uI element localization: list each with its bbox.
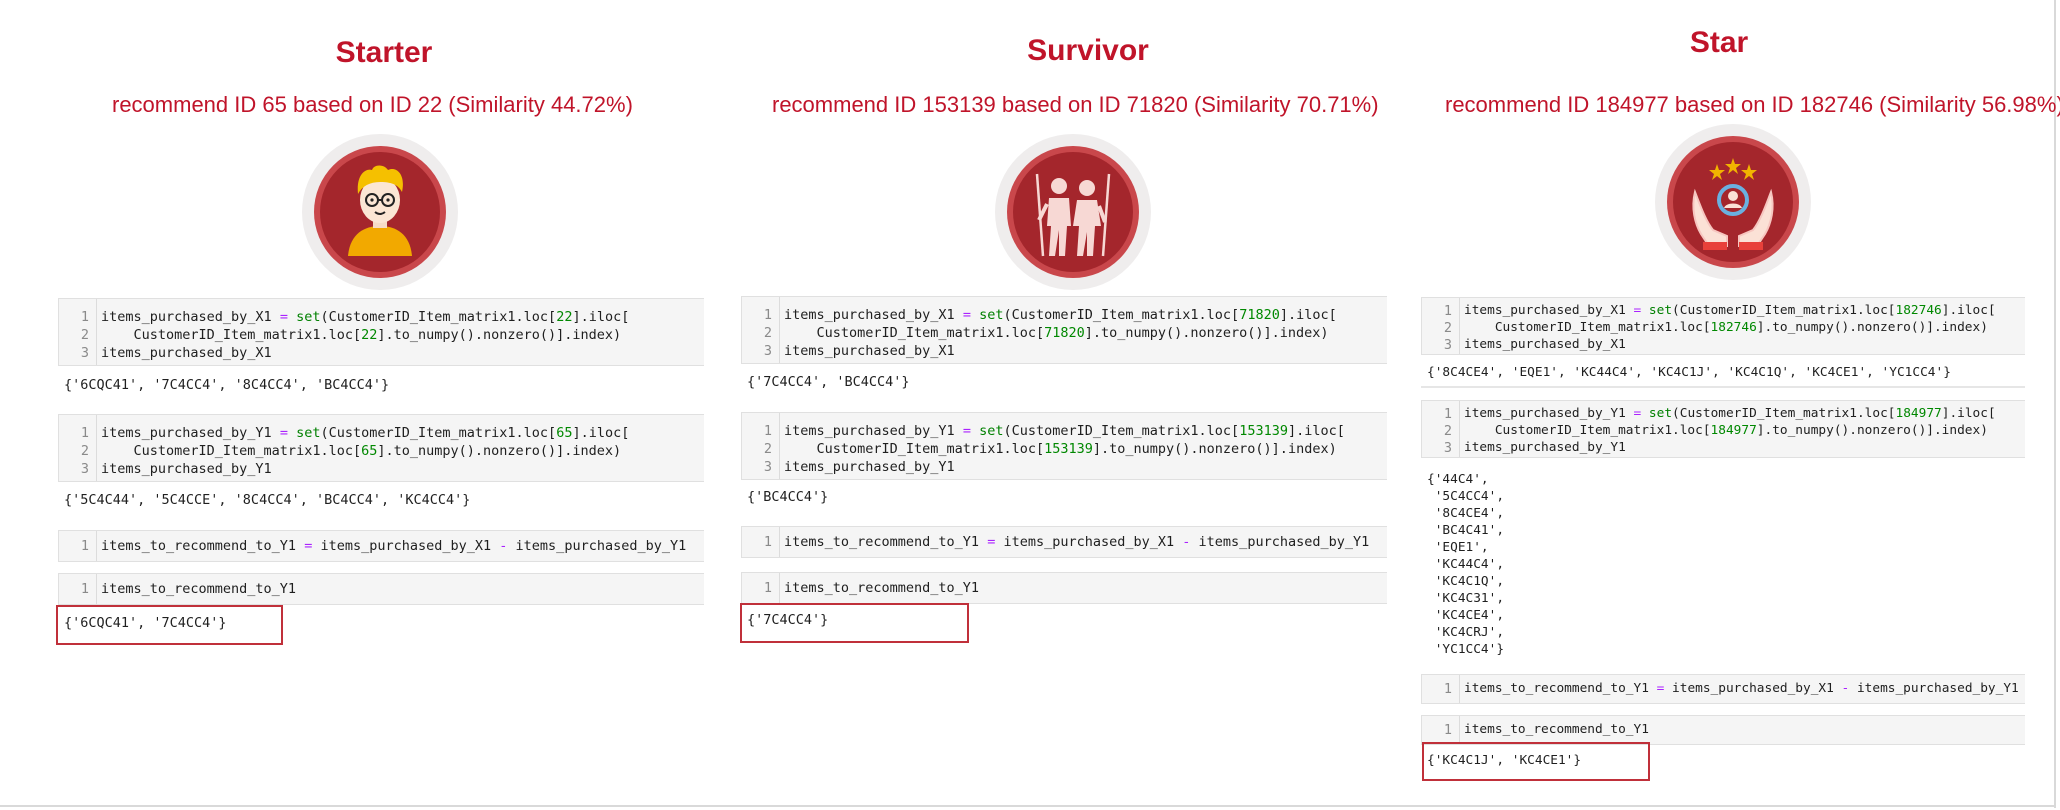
column-title: Starter xyxy=(335,36,433,69)
code-line: items_purchased_by_Y1 xyxy=(101,461,272,477)
recommendation-subtitle: recommend ID 184977 based on ID 182746 (… xyxy=(1445,92,2060,117)
code-line: items_purchased_by_X1 = set(CustomerID_I… xyxy=(1464,303,1996,318)
code-line: items_to_recommend_to_Y1 = items_purchas… xyxy=(784,534,1370,550)
hikers-with-poles-icon xyxy=(1035,173,1111,257)
line-number-gutter: 1 xyxy=(1422,675,1460,703)
cell-output: {'BC4CC4'} xyxy=(747,489,829,505)
line-number-gutter: 1 2 3 xyxy=(1422,298,1460,354)
line-number-gutter: 1 2 3 xyxy=(59,415,97,481)
line-number-gutter: 1 2 3 xyxy=(59,299,97,365)
code-line: CustomerID_Item_matrix1.loc[65].to_numpy… xyxy=(101,443,622,459)
recommendation-subtitle: recommend ID 153139 based on ID 71820 (S… xyxy=(772,92,1379,117)
line-number-gutter: 1 2 3 xyxy=(742,297,780,363)
line-number-gutter: 1 xyxy=(742,527,780,557)
code-line: items_to_recommend_to_Y1 xyxy=(784,580,980,596)
code-line: items_to_recommend_to_Y1 = items_purchas… xyxy=(101,538,687,554)
code-cell-recommend[interactable]: 1 items_to_recommend_to_Y1 = items_purch… xyxy=(741,526,1387,558)
cell-output: {'7C4CC4', 'BC4CC4'} xyxy=(747,374,910,390)
highlight-box xyxy=(56,605,283,645)
frame-right-border xyxy=(2054,0,2056,808)
code-cell-show-recommend[interactable]: 1 items_to_recommend_to_Y1 xyxy=(1421,715,2025,745)
code-line: items_purchased_by_Y1 = set(CustomerID_I… xyxy=(784,423,1345,439)
code-line: items_to_recommend_to_Y1 xyxy=(1464,722,1649,737)
code-line: CustomerID_Item_matrix1.loc[153139].to_n… xyxy=(784,441,1337,457)
code-cell-x1[interactable]: 1 2 3 items_purchased_by_X1 = set(Custom… xyxy=(58,298,704,366)
code-cell-y1[interactable]: 1 2 3 items_purchased_by_Y1 = set(Custom… xyxy=(1421,400,2025,458)
code-line: CustomerID_Item_matrix1.loc[71820].to_nu… xyxy=(784,325,1329,341)
survivor-icon-badge xyxy=(995,134,1151,290)
line-number-gutter: 1 xyxy=(742,573,780,603)
code-line: items_to_recommend_to_Y1 xyxy=(101,581,297,597)
output-divider xyxy=(1421,386,2025,388)
code-line: items_purchased_by_Y1 xyxy=(1464,440,1626,455)
code-line: items_purchased_by_X1 xyxy=(784,343,955,359)
code-cell-show-recommend[interactable]: 1 items_to_recommend_to_Y1 xyxy=(741,572,1387,604)
code-cell-y1[interactable]: 1 2 3 items_purchased_by_Y1 = set(Custom… xyxy=(58,414,704,482)
code-line: items_purchased_by_X1 = set(CustomerID_I… xyxy=(784,307,1337,323)
code-line: items_to_recommend_to_Y1 = items_purchas… xyxy=(1464,681,2019,696)
code-line: items_purchased_by_X1 xyxy=(1464,337,1626,352)
star-icon-badge xyxy=(1655,124,1811,280)
code-cell-recommend[interactable]: 1 items_to_recommend_to_Y1 = items_purch… xyxy=(1421,674,2025,704)
starter-icon-badge xyxy=(302,134,458,290)
highlight-box xyxy=(740,603,969,643)
line-number-gutter: 1 2 3 xyxy=(1422,401,1460,457)
code-line: CustomerID_Item_matrix1.loc[22].to_numpy… xyxy=(101,327,622,343)
code-line: items_purchased_by_X1 = set(CustomerID_I… xyxy=(101,309,630,325)
column-title: Survivor xyxy=(1027,34,1149,67)
line-number-gutter: 1 xyxy=(1422,716,1460,744)
code-line: items_purchased_by_Y1 xyxy=(784,459,955,475)
person-with-glasses-icon xyxy=(348,165,412,256)
recommendation-subtitle: recommend ID 65 based on ID 22 (Similari… xyxy=(112,92,633,117)
line-number-gutter: 1 xyxy=(59,531,97,561)
code-cell-y1[interactable]: 1 2 3 items_purchased_by_Y1 = set(Custom… xyxy=(741,412,1387,480)
line-number-gutter: 1 2 3 xyxy=(742,413,780,479)
code-line: CustomerID_Item_matrix1.loc[182746].to_n… xyxy=(1464,320,1988,335)
code-line: items_purchased_by_Y1 = set(CustomerID_I… xyxy=(101,425,630,441)
code-cell-x1[interactable]: 1 2 3 items_purchased_by_X1 = set(Custom… xyxy=(1421,297,2025,355)
frame-bottom-border xyxy=(0,805,2056,807)
code-line: items_purchased_by_X1 xyxy=(101,345,272,361)
column-title: Star xyxy=(1689,26,1749,59)
hands-holding-person-with-stars-icon xyxy=(1692,158,1774,250)
highlight-box xyxy=(1422,742,1650,781)
line-number-gutter: 1 xyxy=(59,574,97,604)
code-cell-x1[interactable]: 1 2 3 items_purchased_by_X1 = set(Custom… xyxy=(741,296,1387,364)
cell-output: {'6CQC41', '7C4CC4', '8C4CC4', 'BC4CC4'} xyxy=(64,377,390,393)
code-line: CustomerID_Item_matrix1.loc[184977].to_n… xyxy=(1464,423,1988,438)
code-line: items_purchased_by_Y1 = set(CustomerID_I… xyxy=(1464,406,1996,421)
cell-output: {'8C4CE4', 'EQE1', 'KC44C4', 'KC4C1J', '… xyxy=(1427,365,1951,380)
cell-output: {'5C4C44', '5C4CCE', '8C4CC4', 'BC4CC4',… xyxy=(64,492,471,508)
code-cell-show-recommend[interactable]: 1 items_to_recommend_to_Y1 xyxy=(58,573,704,605)
code-cell-recommend[interactable]: 1 items_to_recommend_to_Y1 = items_purch… xyxy=(58,530,704,562)
